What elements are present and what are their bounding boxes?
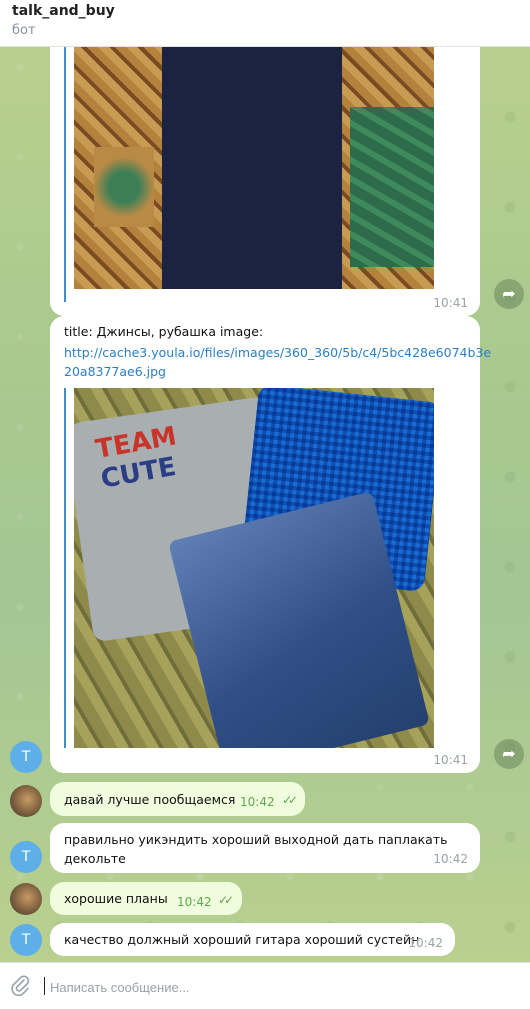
message-image[interactable] xyxy=(74,47,434,289)
message-outgoing[interactable]: давай лучше пообщаемся 10:42 ✓✓ xyxy=(50,782,305,816)
message-time: 10:42 xyxy=(408,936,443,950)
double-check-icon: ✓✓ xyxy=(282,793,298,807)
message-outgoing[interactable]: хорошие планы 10:42 ✓✓ xyxy=(50,882,242,915)
chat-title: talk_and_buy xyxy=(12,3,115,19)
message-composer[interactable] xyxy=(0,962,530,1009)
double-check-icon: ✓✓ xyxy=(218,893,234,907)
link-line: 20a8377ae6.jpg xyxy=(64,364,166,379)
user-avatar[interactable] xyxy=(10,785,42,817)
quote-bar xyxy=(64,388,66,748)
bot-avatar[interactable]: T xyxy=(10,924,42,956)
bot-avatar[interactable]: T xyxy=(10,841,42,873)
share-icon[interactable]: ➦ xyxy=(494,279,524,309)
image-carpet-detail xyxy=(94,147,154,227)
user-avatar[interactable] xyxy=(10,883,42,915)
message-time: 10:42 xyxy=(177,895,212,909)
message-time: 10:42 xyxy=(433,852,468,866)
image-carpet-detail xyxy=(350,107,434,267)
bot-avatar[interactable]: T xyxy=(10,741,42,773)
message-time: 10:41 xyxy=(433,296,468,310)
message-link[interactable]: http://cache3.youla.io/files/images/360_… xyxy=(64,343,491,381)
message-incoming[interactable]: качество должный хороший гитара хороший … xyxy=(50,923,455,956)
message-text: качество должный хороший гитара хороший … xyxy=(64,932,420,947)
quote-bar xyxy=(64,47,66,302)
chat-header[interactable]: talk_and_buy бот xyxy=(0,0,530,47)
message-text: хорошие планы xyxy=(64,891,168,906)
message-text: правильно уикэндить хороший выходной дат… xyxy=(64,832,448,847)
message-time: 10:42 xyxy=(240,795,275,809)
share-icon[interactable]: ➦ xyxy=(494,739,524,769)
chat-subtitle: бот xyxy=(12,23,36,38)
paperclip-icon[interactable] xyxy=(10,974,30,997)
message-input[interactable] xyxy=(48,973,512,1001)
message-title-text: title: Джинсы, рубашка image: xyxy=(64,324,264,339)
message-text: декольте xyxy=(64,851,126,866)
message-list[interactable]: 10:41 ➦ title: Джинсы, рубашка image: ht… xyxy=(0,47,530,962)
message-incoming[interactable]: правильно уикэндить хороший выходной дат… xyxy=(50,823,480,873)
message-image[interactable]: TEAM CUTE xyxy=(74,388,434,748)
message-link-photo[interactable]: title: Джинсы, рубашка image: http://cac… xyxy=(50,316,491,773)
message-text: давай лучше пообщаемся xyxy=(64,792,236,807)
text-caret xyxy=(44,977,45,995)
link-line: http://cache3.youla.io/files/images/360_… xyxy=(64,345,492,360)
message-time: 10:41 xyxy=(433,753,468,767)
message-photo-1[interactable]: 10:41 xyxy=(50,47,480,316)
